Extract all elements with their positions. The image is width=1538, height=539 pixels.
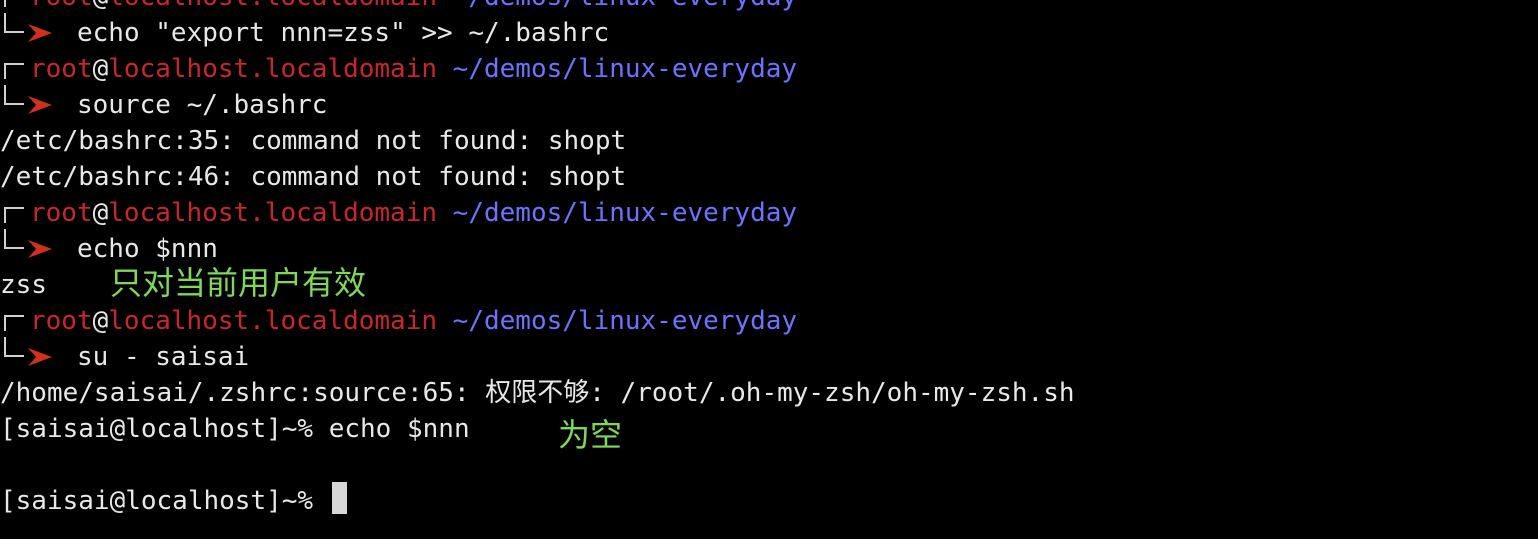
prompt-path: ~/demos/linux-everyday xyxy=(452,198,798,228)
prompt-line: root@localhost.localdomain ~/demos/linux… xyxy=(0,303,797,339)
prompt-path: ~/demos/linux-everyday xyxy=(452,306,798,336)
prompt-corner-icon xyxy=(4,0,24,7)
terminal-cursor xyxy=(332,482,347,514)
prompt-host: localhost.localdomain xyxy=(108,198,438,228)
prompt-context: root@localhost.localdomain ~/demos/linux… xyxy=(30,51,797,87)
prompt-host: localhost.localdomain xyxy=(108,0,437,12)
prompt-arrow-icon xyxy=(28,96,52,114)
prompt-arrow-icon xyxy=(28,24,52,42)
prompt-user: root xyxy=(30,0,93,12)
prompt-user: root xyxy=(30,54,93,84)
command-line: echo $nnn xyxy=(0,229,218,267)
prompt-user: root xyxy=(30,198,93,228)
prompt-at: @ xyxy=(92,198,109,228)
prompt-corner-icon xyxy=(4,315,24,331)
prompt-corner-icon xyxy=(4,207,24,223)
prompt-corner-icon xyxy=(4,337,24,357)
prompt-arrow-icon xyxy=(28,240,52,258)
prompt-context: root@localhost.localdomain ~/demos/linux… xyxy=(30,195,797,231)
output-line: /etc/bashrc:46: command not found: shopt xyxy=(0,162,627,192)
prompt-context: root@localhost.localdomain ~/demos/linux… xyxy=(30,0,797,15)
command-text: echo "export nnn=zss" >> ~/.bashrc xyxy=(77,18,610,48)
command-line: source ~/.bashrc xyxy=(0,85,327,123)
prompt-user: root xyxy=(30,306,93,336)
prompt-at: @ xyxy=(92,306,109,336)
prompt-host: localhost.localdomain xyxy=(108,306,438,336)
prompt-corner-icon xyxy=(4,63,24,79)
prompt-context: root@localhost.localdomain ~/demos/linux… xyxy=(30,303,797,339)
annotation-only-current-user: 只对当前用户有效 xyxy=(110,264,367,302)
command-line: su - saisai xyxy=(0,337,249,375)
plain-prompt-line: [saisai@localhost]~% xyxy=(0,486,329,516)
output-line: /home/saisai/.zshrc:source:65: 权限不够: /ro… xyxy=(0,378,1075,408)
prompt-line: root@localhost.localdomain ~/demos/linux… xyxy=(0,195,797,231)
prompt-path: ~/demos/linux-everyday xyxy=(453,0,797,12)
command-text: echo $nnn xyxy=(77,234,218,264)
terminal-window[interactable]: root@localhost.localdomain ~/demos/linux… xyxy=(0,0,1538,539)
output-line: /etc/bashrc:35: command not found: shopt xyxy=(0,126,627,156)
prompt-host: localhost.localdomain xyxy=(108,54,438,84)
prompt-arrow-icon xyxy=(28,348,52,366)
prompt-corner-icon xyxy=(4,85,24,105)
prompt-line: root@localhost.localdomain ~/demos/linux… xyxy=(0,51,797,87)
prompt-at: @ xyxy=(92,54,109,84)
annotation-empty: 为空 xyxy=(558,416,623,454)
command-text: su - saisai xyxy=(77,342,250,372)
prompt-at: @ xyxy=(93,0,109,12)
plain-prompt-line: [saisai@localhost]~% echo $nnn xyxy=(0,414,470,444)
prompt-corner-icon xyxy=(4,13,24,33)
command-line: echo "export nnn=zss" >> ~/.bashrc xyxy=(0,13,609,51)
command-text: source ~/.bashrc xyxy=(77,90,328,120)
prompt-path: ~/demos/linux-everyday xyxy=(452,54,798,84)
prompt-corner-icon xyxy=(4,229,24,249)
output-line: zss xyxy=(0,270,47,300)
